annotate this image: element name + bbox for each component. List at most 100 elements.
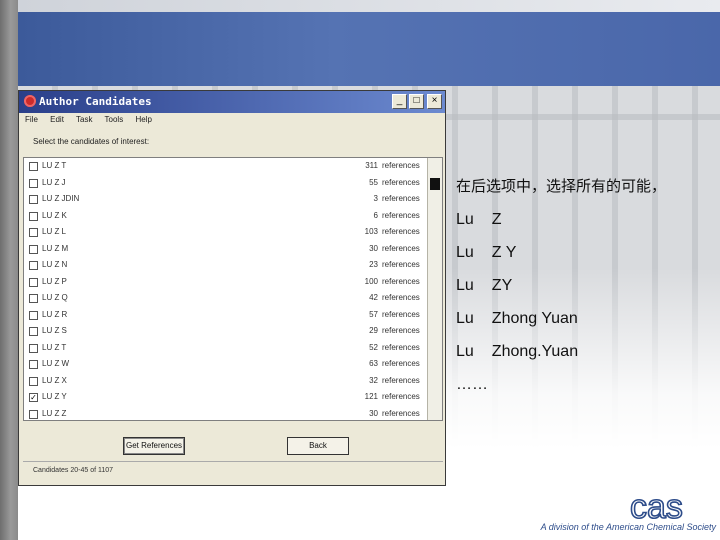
references-label: references [382,342,420,352]
bullet-lead: Lu [456,211,474,228]
candidate-name: LU Z K [42,210,67,220]
vertical-scrollbar[interactable] [427,158,442,420]
header-band [18,12,720,86]
menu-tools[interactable]: Tools [105,115,124,124]
bullet-text: …… [456,376,488,393]
references-label: references [382,161,420,170]
list-item[interactable]: LU Z P 100 references [24,275,442,292]
checkbox[interactable] [29,343,38,353]
list-item[interactable]: LU Z T 311 references [24,159,442,176]
list-item[interactable]: LU Z Z 30 references [24,407,442,421]
reference-count: 6 [373,210,378,220]
author-candidates-window: Author Candidates _ □ × File Edit Task T… [18,90,446,486]
list-item[interactable]: LU Z S 29 references [24,324,442,341]
reference-count: 55 [369,177,378,187]
get-references-button[interactable]: Get References [123,437,185,455]
bullet-text: Zhong.Yuan [491,343,579,360]
list-item[interactable]: LU Z J 55 references [24,176,442,193]
maximize-button[interactable]: □ [409,94,424,109]
footer-tagline: A division of the American Chemical Soci… [540,522,716,532]
menu-edit[interactable]: Edit [50,115,64,124]
checkbox[interactable] [29,228,38,237]
bullet-line: Lu ZY [456,269,716,302]
left-strip [0,0,18,540]
checkbox[interactable] [29,360,38,369]
window-titlebar[interactable]: Author Candidates _ □ × [19,91,445,113]
references-label: references [382,227,420,236]
bullet-lead: Lu [456,244,474,261]
bullet-line: 在后选项中，选择所有的可能， [456,170,716,203]
checkbox[interactable] [29,261,38,270]
list-item[interactable]: LU Z N 23 references [24,258,442,275]
cas-logo-text: cas [630,488,683,526]
candidate-name: LU Z N [42,260,68,269]
checkbox[interactable] [29,376,38,386]
reference-count: 103 [364,227,378,236]
candidate-name: LU Z L [42,227,67,236]
list-item[interactable]: LU Z Q 42 references [24,291,442,308]
bullet-text: Z Y [491,244,517,261]
reference-count: 29 [369,326,378,335]
candidate-name: LU Z Y [42,392,67,401]
list-item[interactable]: LU Z K 6 references [24,209,442,226]
candidate-name: LU Z S [42,326,67,335]
list-item[interactable]: LU Z T 52 references [24,341,442,358]
list-item[interactable]: LU Z R 57 references [24,308,442,325]
candidate-name: LU Z Q [42,293,68,302]
reference-count: 121 [364,392,378,401]
back-button[interactable]: Back [287,437,349,455]
menu-task[interactable]: Task [76,115,92,124]
scrollbar-thumb[interactable] [430,178,440,190]
candidate-name: LU Z X [42,375,67,385]
checkbox[interactable] [29,162,38,171]
references-label: references [382,375,420,385]
list-item[interactable]: ✓ LU Z Y 121 references [24,390,442,407]
references-label: references [382,408,420,418]
reference-count: 32 [369,375,378,385]
checkbox[interactable] [29,195,38,204]
list-item[interactable]: LU Z W 63 references [24,357,442,374]
candidate-name: LU Z T [42,342,67,352]
references-label: references [382,243,420,253]
references-label: references [382,177,420,187]
list-item[interactable]: LU Z JDIN 3 references [24,192,442,209]
checkbox[interactable] [29,211,38,221]
candidate-name: LU Z R [42,309,68,319]
menu-file[interactable]: File [25,115,38,124]
references-label: references [382,293,420,302]
checkbox[interactable] [29,244,38,254]
references-label: references [382,194,420,203]
reference-count: 30 [369,243,378,253]
list-item[interactable]: LU Z L 103 references [24,225,442,242]
checkbox[interactable] [29,178,38,188]
candidate-name: LU Z P [42,276,67,286]
bullet-lead: Lu [456,277,474,294]
checkbox[interactable] [29,409,38,419]
bullet-text: ZY [491,277,513,294]
checkbox[interactable] [29,327,38,336]
window-title: Author Candidates [39,95,152,108]
bullet-line: Lu Zhong.Yuan [456,335,716,368]
menu-help[interactable]: Help [135,115,151,124]
list-item[interactable]: LU Z X 32 references [24,374,442,391]
candidate-name: LU Z M [42,243,69,253]
bullet-list: 在后选项中，选择所有的可能， Lu Z Lu Z Y Lu ZY Lu Zhong Yuan Lu… [456,170,716,401]
close-button[interactable]: × [427,94,442,109]
checkbox[interactable]: ✓ [29,393,38,402]
references-label: references [382,276,420,286]
list-item[interactable]: LU Z M 30 references [24,242,442,259]
reference-count: 30 [369,408,378,418]
reference-count: 311 [365,161,378,170]
bullet-text: 在后选项中，选择所有的可能， [456,177,667,195]
checkbox[interactable] [29,294,38,303]
header-top-strip [18,0,720,12]
candidate-name: LU Z J [42,177,66,187]
minimize-button[interactable]: _ [392,94,407,109]
candidate-list[interactable]: LU Z Z 30 references ✓ LU Z Y 121 references LU… [23,157,443,421]
bullet-line: Lu Zhong Yuan [456,302,716,335]
cas-logo: cas [629,488,684,526]
checkbox[interactable] [29,277,38,287]
checkbox[interactable] [29,310,38,320]
references-label: references [382,309,420,319]
reference-count: 57 [369,309,378,319]
